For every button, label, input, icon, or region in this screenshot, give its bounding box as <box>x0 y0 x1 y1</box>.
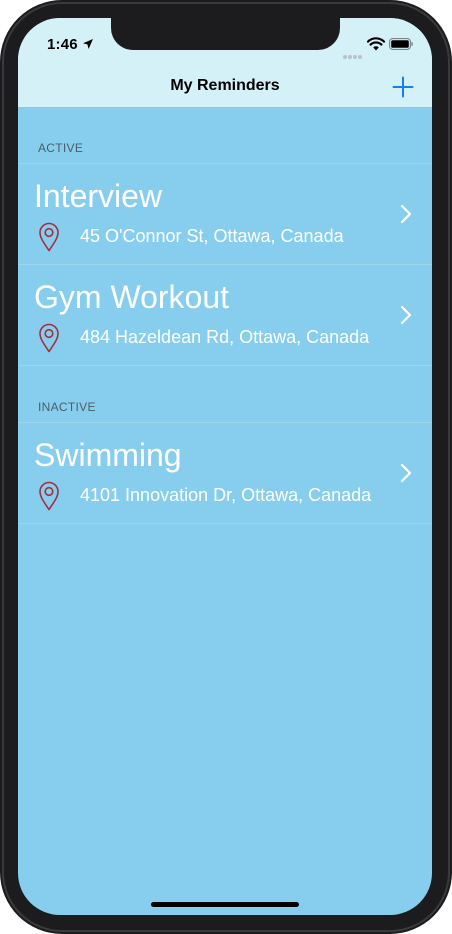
map-pin-icon <box>39 323 59 353</box>
app-screen: 1:46 My Reminders ACTIVE Interview 45 O'… <box>18 18 432 915</box>
reminder-title: Gym Workout <box>34 279 229 315</box>
reminder-title: Interview <box>34 178 163 214</box>
device-notch <box>111 18 340 50</box>
section-header-label: ACTIVE <box>38 141 84 155</box>
reminder-title: Swimming <box>34 437 182 473</box>
plus-icon <box>392 76 414 98</box>
cellular-signal-icon <box>343 46 365 59</box>
section-header-inactive: INACTIVE <box>18 366 432 423</box>
reminder-address: 4101 Innovation Dr, Ottawa, Canada <box>80 485 372 505</box>
wifi-icon <box>367 37 385 51</box>
reminder-address: 484 Hazeldean Rd, Ottawa, Canada <box>80 327 370 347</box>
reminder-address: 45 O'Connor St, Ottawa, Canada <box>80 226 344 246</box>
chevron-right-icon <box>400 305 412 325</box>
map-pin-icon <box>39 222 59 252</box>
reminder-row-interview[interactable]: Interview 45 O'Connor St, Ottawa, Canada <box>18 164 432 265</box>
status-time: 1:46 <box>47 36 78 53</box>
add-reminder-button[interactable] <box>388 72 418 102</box>
reminder-row-gym-workout[interactable]: Gym Workout 484 Hazeldean Rd, Ottawa, Ca… <box>18 265 432 366</box>
section-header-active: ACTIVE <box>18 108 432 164</box>
map-pin-icon <box>39 481 59 511</box>
navigation-bar: My Reminders <box>18 68 432 108</box>
home-indicator[interactable] <box>151 902 299 907</box>
device-frame: 1:46 My Reminders ACTIVE Interview 45 O'… <box>0 0 452 934</box>
battery-icon <box>389 38 413 50</box>
location-arrow-icon <box>83 39 93 49</box>
reminder-row-swimming[interactable]: Swimming 4101 Innovation Dr, Ottawa, Can… <box>18 423 432 524</box>
chevron-right-icon <box>400 463 412 483</box>
page-title: My Reminders <box>170 77 280 94</box>
section-header-label: INACTIVE <box>38 400 96 414</box>
chevron-right-icon <box>400 204 412 224</box>
reminders-list: ACTIVE Interview 45 O'Connor St, Ottawa,… <box>18 108 432 524</box>
